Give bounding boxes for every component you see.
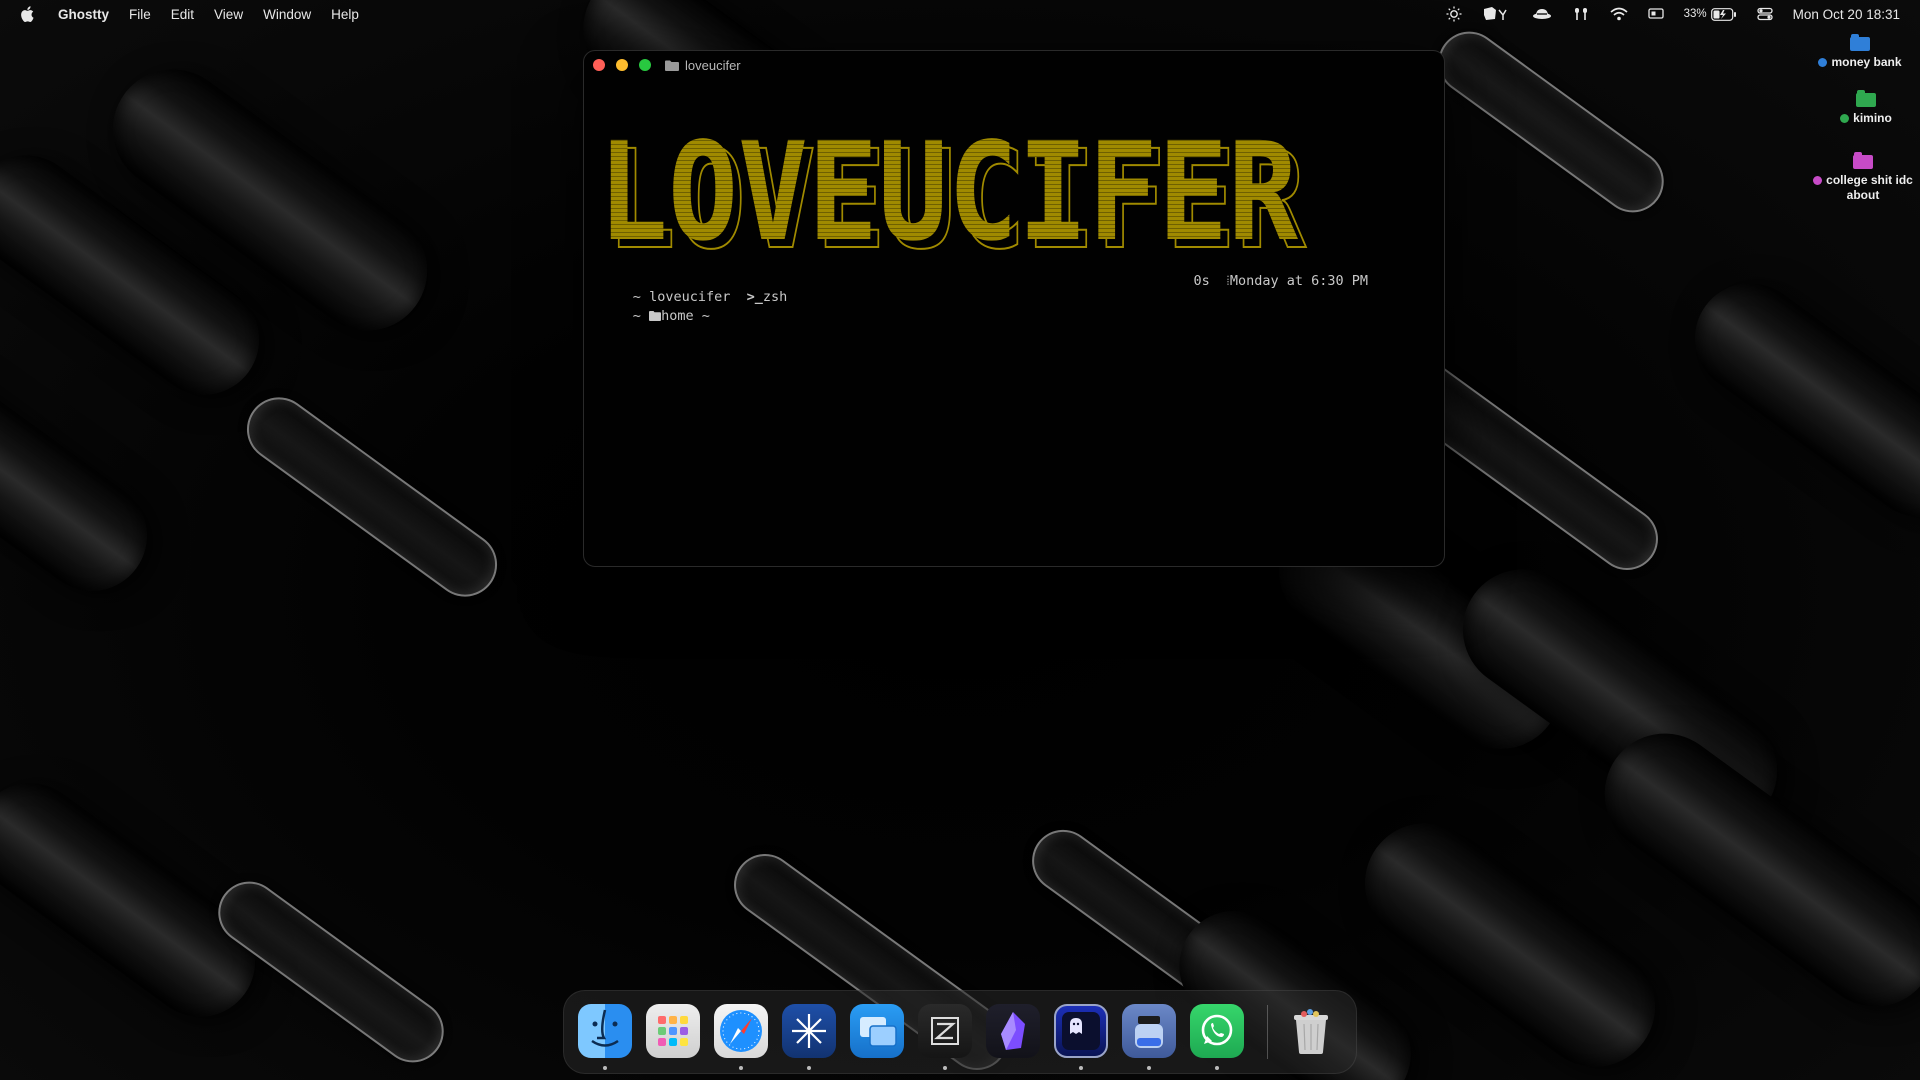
- minimize-button[interactable]: [616, 59, 628, 71]
- desktop-folder-college[interactable]: college shit idc about: [1806, 152, 1920, 203]
- airpods-icon[interactable]: [1572, 6, 1590, 22]
- prompt-line: ~ loveucifer >_zsh 0s ⁞Monday at 6:30 PM: [584, 273, 1444, 305]
- battery-status[interactable]: 33%: [1683, 7, 1737, 21]
- brightness-icon[interactable]: [1446, 6, 1462, 22]
- desktop-folder-label: kimino: [1853, 111, 1892, 125]
- hat-icon[interactable]: [1532, 6, 1552, 22]
- desktop-folder-money-bank[interactable]: money bank: [1800, 34, 1920, 70]
- running-indicator: [1147, 1066, 1151, 1070]
- banner-text: LOVEUCIFER: [598, 114, 1298, 272]
- control-center-icon[interactable]: [1757, 7, 1773, 21]
- wallpaper-pill: [0, 347, 169, 613]
- desktop-folder-label: money bank: [1831, 55, 1902, 69]
- remote-desktop-icon[interactable]: [850, 1004, 904, 1058]
- path-tilde: ~: [632, 308, 641, 324]
- running-indicator: [943, 1066, 947, 1070]
- running-indicator: [1079, 1066, 1083, 1070]
- whatsapp-icon[interactable]: [1190, 1004, 1244, 1058]
- folder-icon: [665, 60, 679, 71]
- running-indicator: [807, 1066, 811, 1070]
- window-title-text: loveucifer: [685, 57, 741, 73]
- apple-logo-icon[interactable]: [20, 6, 34, 22]
- wallpaper-glass-pill: [234, 384, 510, 610]
- display-icon[interactable]: [1647, 7, 1664, 21]
- safari-icon[interactable]: [714, 1004, 768, 1058]
- folder-icon: [649, 308, 662, 324]
- ghost-app-icon[interactable]: [1482, 6, 1512, 22]
- wallpaper-pill: [1673, 261, 1920, 539]
- menu-app-name[interactable]: Ghostty: [58, 7, 109, 22]
- jar-app-icon[interactable]: [1122, 1004, 1176, 1058]
- status-area: 33% Mon Oct 20 18:31: [1446, 0, 1920, 28]
- terminal-titlebar[interactable]: loveucifer: [584, 51, 1444, 79]
- ascii-banner: LOVEUCIFER LOVEUCIFER: [598, 114, 1307, 281]
- tag-dot-icon: [1813, 176, 1823, 185]
- finder-icon[interactable]: [578, 1004, 632, 1058]
- menu-window[interactable]: Window: [263, 7, 311, 22]
- wifi-icon[interactable]: [1610, 7, 1628, 21]
- tag-dot-icon: [1840, 114, 1850, 123]
- terminal-output[interactable]: ~ loveucifer >_zsh 0s ⁞Monday at 6:30 PM…: [584, 273, 1444, 324]
- folder-icon: [1856, 90, 1876, 107]
- close-button[interactable]: [593, 59, 605, 71]
- folder-icon: [1853, 152, 1873, 169]
- prompt-duration: 0s: [1193, 273, 1210, 289]
- prompt-timestamp: Monday at 6:30 PM: [1229, 273, 1368, 289]
- dock: [563, 990, 1357, 1074]
- running-indicator: [739, 1066, 743, 1070]
- zed-icon[interactable]: [918, 1004, 972, 1058]
- desktop-folder-label-line2: about: [1846, 188, 1880, 202]
- menu-edit[interactable]: Edit: [171, 7, 194, 22]
- running-indicator: [1215, 1066, 1219, 1070]
- menu-clock[interactable]: Mon Oct 20 18:31: [1793, 7, 1900, 22]
- menu-help[interactable]: Help: [331, 7, 359, 22]
- battery-icon: [1710, 7, 1736, 21]
- menu-file[interactable]: File: [129, 7, 151, 22]
- battery-percent: 33%: [1683, 8, 1707, 20]
- path-line: ~ home ~: [584, 292, 1444, 324]
- menu-bar: Ghostty File Edit View Window Help 33% M: [0, 0, 1920, 28]
- folder-icon: [1850, 34, 1870, 51]
- path-dir: home: [661, 308, 694, 324]
- obsidian-icon[interactable]: [986, 1004, 1040, 1058]
- desktop-folder-label: college shit idc: [1826, 173, 1913, 187]
- window-title: loveucifer: [665, 58, 741, 73]
- wallpaper-glass-pill: [1425, 19, 1677, 225]
- running-indicator: [603, 1066, 607, 1070]
- launchpad-icon[interactable]: [646, 1004, 700, 1058]
- ghostty-icon[interactable]: [1054, 1004, 1108, 1058]
- trash-icon[interactable]: [1284, 1004, 1338, 1058]
- asterisk-app-icon[interactable]: [782, 1004, 836, 1058]
- zoom-button[interactable]: [639, 59, 651, 71]
- terminal-window[interactable]: loveucifer LOVEUCIFER LOVEUCIFER ~ loveu…: [583, 50, 1445, 567]
- tag-dot-icon: [1818, 58, 1828, 67]
- prompt-right-info: 0s ⁞Monday at 6:30 PM: [1194, 273, 1368, 289]
- desktop-folder-kimino[interactable]: kimino: [1826, 90, 1906, 126]
- menu-view[interactable]: View: [214, 7, 243, 22]
- path-suffix: ~: [701, 308, 710, 324]
- dock-separator: [1267, 1005, 1268, 1059]
